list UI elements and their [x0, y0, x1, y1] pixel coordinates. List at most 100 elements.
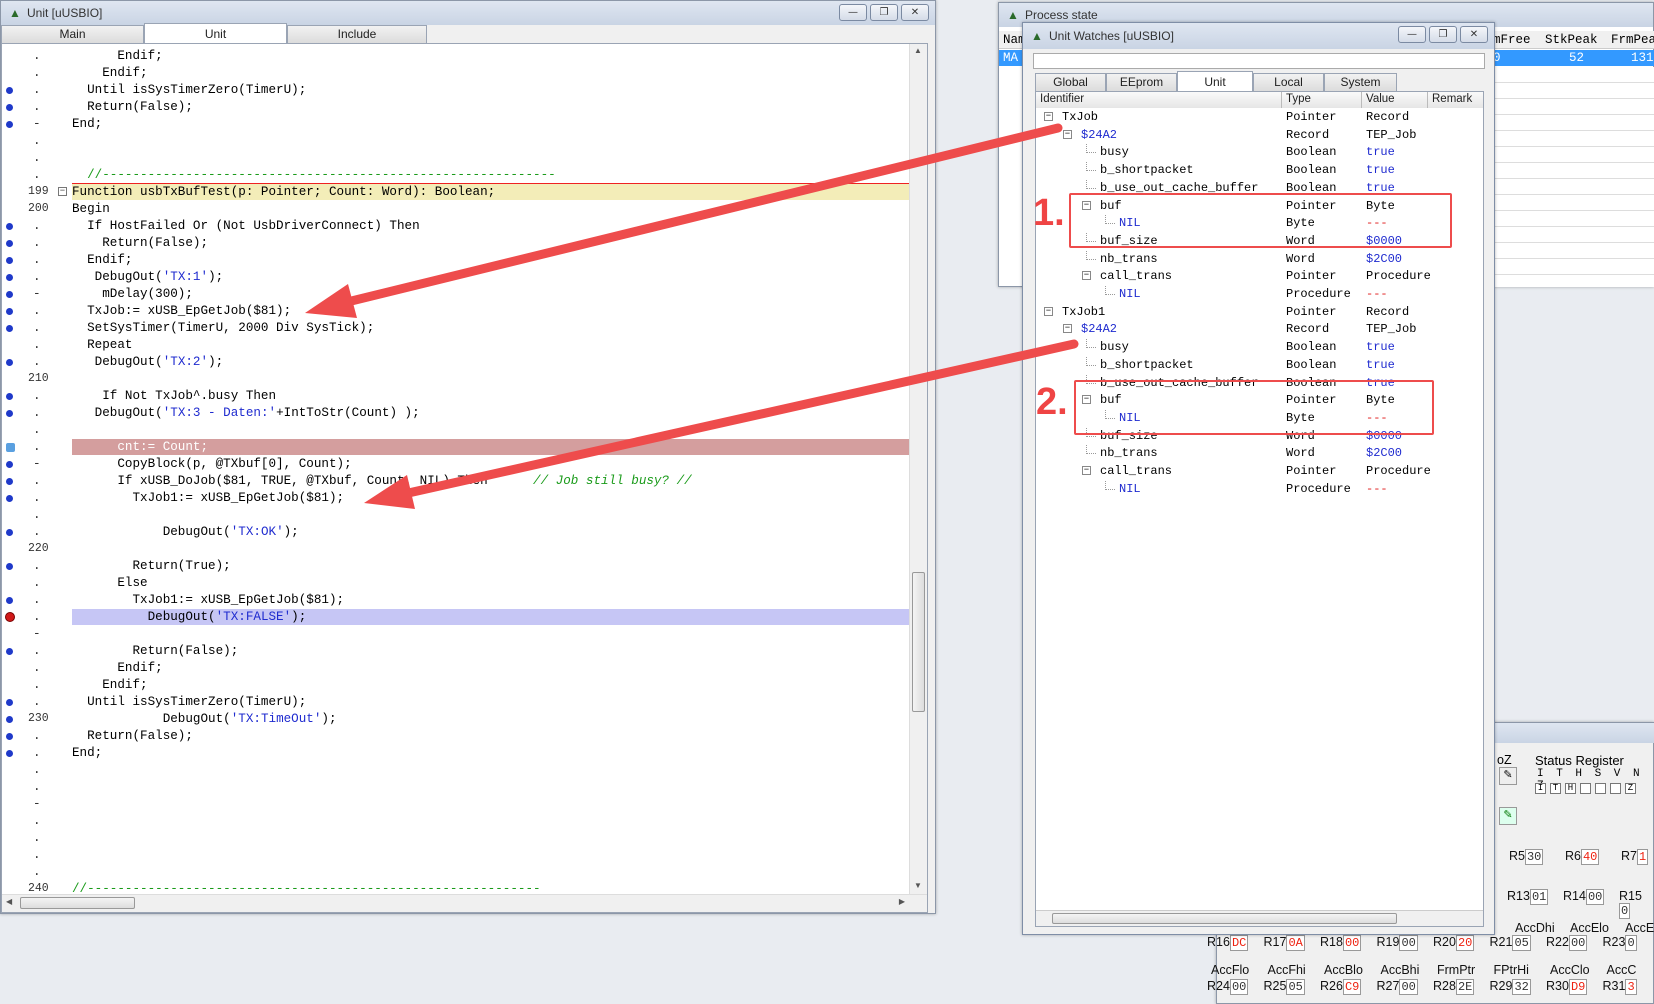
watch-row[interactable]: NIL Procedure --- [1036, 286, 1483, 302]
code-line[interactable]: . Repeat [2, 337, 909, 353]
flag-checkbox[interactable]: H [1565, 783, 1576, 794]
code-line[interactable]: . [2, 762, 909, 778]
gutter[interactable]: . [2, 575, 64, 591]
breakpoint-dot-icon[interactable] [6, 597, 13, 604]
scroll-down-arrow[interactable]: ▼ [914, 881, 922, 890]
code-line[interactable]: . [2, 830, 909, 846]
code-line[interactable]: . //------------------------------------… [2, 167, 909, 183]
gutter[interactable]: . [2, 864, 64, 880]
gutter[interactable]: 230 [2, 711, 64, 727]
tree-hscrollbar[interactable] [1036, 910, 1483, 926]
code-line[interactable]: - CopyBlock(p, @TXbuf[0], Count); [2, 456, 909, 472]
code-line[interactable]: . Endif; [2, 48, 909, 64]
current-line-icon[interactable] [6, 443, 15, 452]
gutter[interactable]: . [2, 830, 64, 846]
breakpoint-dot-icon[interactable] [6, 257, 13, 264]
register-value[interactable]: 1 [1636, 849, 1649, 865]
code-line[interactable]: . End; [2, 745, 909, 761]
code-line[interactable]: . Until isSysTimerZero(TimerU); [2, 82, 909, 98]
breakpoint-dot-icon[interactable] [6, 648, 13, 655]
code-line[interactable]: . If HostFailed Or (Not UsbDriverConnect… [2, 218, 909, 234]
expand-toggle-icon[interactable]: − [1063, 324, 1072, 334]
gutter[interactable]: . [2, 133, 64, 149]
register-value[interactable]: 00 [1399, 979, 1418, 995]
tab-main[interactable]: Main [1, 25, 144, 43]
code-editor[interactable]: . Endif;. Endif;. Until isSysTimerZero(T… [1, 43, 928, 913]
code-line[interactable]: 220 [2, 541, 909, 557]
code-line[interactable]: . Else [2, 575, 909, 591]
register-value[interactable]: 00 [1399, 935, 1418, 951]
code-line[interactable]: . DebugOut('TX:OK'); [2, 524, 909, 540]
register-value[interactable]: 00 [1229, 979, 1249, 995]
gutter[interactable]: . [2, 558, 64, 574]
breakpoint-dot-icon[interactable] [6, 325, 13, 332]
restore-button[interactable]: ❐ [870, 4, 898, 21]
gutter[interactable]: . [2, 677, 64, 693]
code-line[interactable]: . DebugOut('TX:2'); [2, 354, 909, 370]
tab-eeprom[interactable]: EEprom [1106, 73, 1177, 91]
gutter[interactable]: 220 [2, 541, 64, 557]
watch-row[interactable]: − call_trans Pointer Procedure [1036, 463, 1483, 479]
restore-button[interactable]: ❐ [1429, 26, 1457, 43]
expand-toggle-icon[interactable]: − [1082, 466, 1091, 475]
register-value[interactable]: 0 [1625, 935, 1637, 951]
code-line[interactable]: . TxJob1:= xUSB_EpGetJob($81); [2, 592, 909, 608]
register-r19[interactable]: R19 00 [1377, 935, 1418, 951]
gutter[interactable]: . [2, 490, 64, 506]
hscroll-thumb[interactable] [20, 897, 135, 909]
code-line[interactable]: . DebugOut('TX:1'); [2, 269, 909, 285]
gutter[interactable]: . [2, 167, 64, 183]
code-line[interactable]: . Endif; [2, 660, 909, 676]
flag-checkbox[interactable] [1595, 783, 1606, 794]
code-line[interactable]: . [2, 507, 909, 523]
gutter[interactable]: . [2, 813, 64, 829]
breakpoint-dot-icon[interactable] [6, 529, 13, 536]
watch-row[interactable]: − TxJob Pointer Record [1036, 109, 1483, 125]
breakpoint-icon[interactable] [5, 612, 15, 622]
expand-toggle-icon[interactable]: − [1082, 271, 1091, 281]
watch-row[interactable]: nb_trans Word $2C00 [1036, 250, 1483, 267]
code-line[interactable]: . [2, 150, 909, 166]
gutter[interactable]: . [2, 609, 64, 625]
gutter[interactable]: . [2, 592, 64, 608]
gutter[interactable]: . [2, 643, 64, 659]
watch-row[interactable]: b_shortpacket Boolean true [1036, 162, 1483, 178]
breakpoint-dot-icon[interactable] [6, 563, 13, 570]
register-r16[interactable]: R16 DC [1207, 935, 1249, 951]
code-line[interactable]: - mDelay(300); [2, 286, 909, 302]
gutter[interactable]: . [2, 388, 64, 404]
code-line[interactable]: . TxJob1:= xUSB_EpGetJob($81); [2, 490, 909, 506]
watch-row[interactable]: NIL Procedure --- [1036, 480, 1483, 497]
flag-checkbox[interactable] [1580, 783, 1591, 794]
breakpoint-dot-icon[interactable] [6, 223, 13, 230]
close-button[interactable]: ✕ [901, 4, 929, 21]
cpu-icon-btn-1[interactable]: ✎ [1499, 767, 1517, 785]
tab-local[interactable]: Local [1253, 73, 1324, 91]
vertical-scrollbar[interactable]: ▲ ▼ [909, 44, 927, 912]
gutter[interactable]: . [2, 660, 64, 676]
register-r31[interactable]: R31 3 [1603, 979, 1637, 995]
tab-include[interactable]: Include [287, 25, 427, 43]
gutter[interactable]: . [2, 337, 64, 353]
gutter[interactable]: . [2, 235, 64, 251]
gutter[interactable]: . [2, 847, 64, 863]
breakpoint-dot-icon[interactable] [6, 104, 13, 111]
gutter[interactable]: . [2, 150, 64, 166]
watch-row[interactable]: busy Boolean true [1036, 339, 1483, 355]
breakpoint-dot-icon[interactable] [6, 291, 13, 298]
register-r25[interactable]: R25 05 [1264, 979, 1305, 995]
register-r6[interactable]: R6 40 [1565, 849, 1600, 865]
gutter[interactable]: . [2, 252, 64, 268]
expand-toggle-icon[interactable]: − [1044, 112, 1053, 121]
gutter[interactable]: . [2, 439, 64, 455]
gutter[interactable]: . [2, 405, 64, 421]
code-line[interactable]: 199− Function usbTxBufTest(p: Pointer; Co… [2, 184, 909, 200]
code-line[interactable]: . DebugOut('TX:3 - Daten:'+IntToStr(Coun… [2, 405, 909, 421]
register-r28[interactable]: R28 2E [1433, 979, 1475, 995]
breakpoint-dot-icon[interactable] [6, 410, 13, 417]
code-line[interactable]: . Endif; [2, 677, 909, 693]
code-line[interactable]: . Endif; [2, 252, 909, 268]
register-r17[interactable]: R17 0A [1264, 935, 1305, 951]
gutter[interactable]: . [2, 48, 64, 64]
register-r27[interactable]: R27 00 [1377, 979, 1418, 995]
